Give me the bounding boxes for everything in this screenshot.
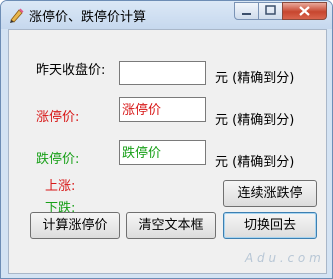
limit-up-label: 涨停价: <box>36 110 80 125</box>
maximize-button[interactable] <box>258 2 283 20</box>
window-title: 涨停价、跌停价计算 <box>29 10 147 25</box>
watermark: A d u . c o m <box>245 251 321 265</box>
switch-back-button[interactable]: 切换回去 <box>223 212 317 239</box>
limit-down-label: 跌停价: <box>36 152 80 167</box>
unit-note-3: 元 (精确到分) <box>215 155 295 170</box>
title-bar[interactable]: 涨停价、跌停价计算 <box>1 1 332 29</box>
app-window: 涨停价、跌停价计算 昨天收盘价: 元 (精确到分) 涨停价: 涨停价 元 (精确… <box>0 0 333 279</box>
unit-note-2: 元 (精确到分) <box>215 113 295 128</box>
limit-up-input[interactable]: 涨停价 <box>119 97 206 122</box>
close-price-input[interactable] <box>119 61 206 85</box>
minimize-icon <box>242 13 251 15</box>
form-area: 昨天收盘价: 元 (精确到分) 涨停价: 涨停价 元 (精确到分) 跌停价: 跌… <box>8 29 327 274</box>
calculate-limit-up-button[interactable]: 计算涨停价 <box>30 212 120 239</box>
close-icon <box>299 6 310 16</box>
close-price-label: 昨天收盘价: <box>36 63 106 78</box>
rise-label: 上涨: <box>45 179 76 194</box>
close-button[interactable] <box>282 2 327 20</box>
pencil-icon <box>10 8 24 23</box>
consecutive-limit-button[interactable]: 连续涨跌停 <box>223 180 317 207</box>
clear-textboxes-button[interactable]: 清空文本框 <box>126 212 216 239</box>
maximize-icon <box>265 5 276 15</box>
unit-note-1: 元 (精确到分) <box>215 71 295 86</box>
minimize-button[interactable] <box>234 2 259 20</box>
limit-down-input[interactable]: 跌停价 <box>119 140 206 165</box>
